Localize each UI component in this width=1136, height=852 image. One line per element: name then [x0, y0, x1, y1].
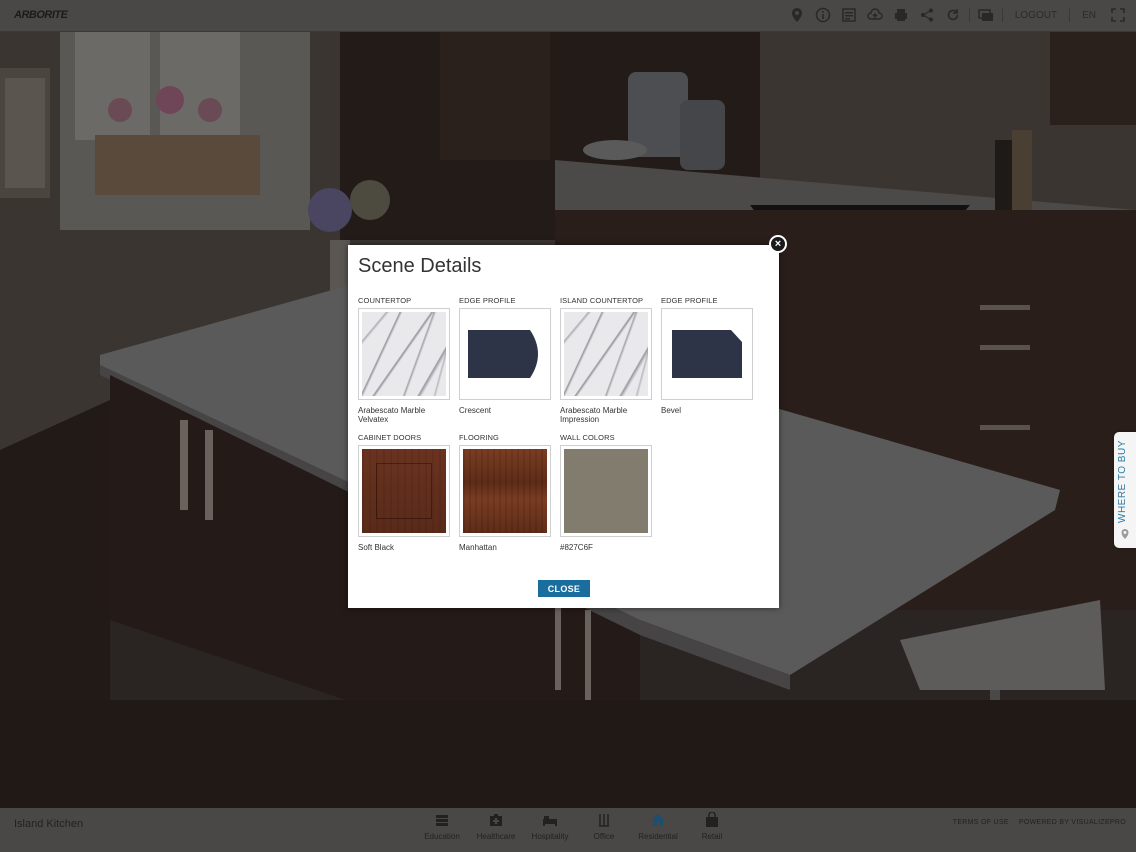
category-office[interactable]: Office: [582, 812, 626, 841]
edge-profile-item[interactable]: EDGE PROFILE Bevel: [661, 296, 753, 415]
retail-icon: [706, 812, 718, 827]
item-name: Arabescato Marble Velvatex: [358, 406, 426, 424]
cabinet-door-texture: [362, 449, 446, 533]
item-label: ISLAND COUNTERTOP: [560, 296, 644, 305]
bevel-edge-swatch[interactable]: [661, 308, 753, 400]
item-label: EDGE PROFILE: [459, 296, 516, 305]
category-healthcare[interactable]: Healthcare: [474, 812, 518, 841]
location-icon[interactable]: [787, 5, 807, 25]
category-education[interactable]: Education: [420, 812, 464, 841]
wall-color-swatch[interactable]: [560, 445, 652, 537]
scene-details-modal: Scene Details COUNTERTOP Arabescato Marb…: [348, 245, 779, 608]
toolbar-divider: [1001, 8, 1003, 22]
category-label: Retail: [701, 832, 723, 841]
cabinet-doors-swatch[interactable]: [358, 445, 450, 537]
bottom-bar: Island Kitchen Education Healthcare Hosp…: [0, 808, 1136, 852]
details-icon[interactable]: [839, 5, 859, 25]
crescent-edge-swatch[interactable]: [459, 308, 551, 400]
toolbar-divider: [1069, 8, 1071, 22]
cabinet-doors-item[interactable]: CABINET DOORS Soft Black: [358, 433, 450, 552]
marble-texture: [362, 312, 446, 396]
item-name: #827C6F: [560, 543, 593, 552]
item-label: EDGE PROFILE: [661, 296, 718, 305]
where-to-buy-tab[interactable]: WHERE TO BUY: [1114, 432, 1136, 548]
category-label: Office: [593, 832, 615, 841]
share-icon[interactable]: [917, 5, 937, 25]
flooring-swatch[interactable]: [459, 445, 551, 537]
item-label: WALL COLORS: [560, 433, 615, 442]
countertop-item[interactable]: COUNTERTOP Arabescato Marble Velvatex: [358, 296, 450, 424]
category-nav: Education Healthcare Hospitality Office …: [420, 812, 734, 841]
residential-icon: [651, 814, 665, 826]
island-countertop-item[interactable]: ISLAND COUNTERTOP Arabescato Marble Impr…: [560, 296, 652, 424]
scene-title: Island Kitchen: [14, 818, 84, 830]
modal-title: Scene Details: [358, 255, 482, 277]
where-to-buy-label: WHERE TO BUY: [1117, 440, 1128, 524]
category-label: Residential: [638, 832, 678, 841]
compare-icon[interactable]: [976, 5, 996, 25]
item-name: Crescent: [459, 406, 492, 415]
marble-texture: [564, 312, 648, 396]
item-name: Arabescato Marble Impression: [560, 406, 628, 424]
crescent-edge-shape: [468, 330, 538, 378]
item-label: FLOORING: [459, 433, 499, 442]
item-name: Bevel: [661, 406, 682, 415]
terms-of-use-link[interactable]: TERMS OF USE: [953, 819, 1009, 826]
wall-colors-item[interactable]: WALL COLORS #827C6F: [560, 433, 652, 552]
footer-links: TERMS OF USE POWERED BY VISUALIZEPRO: [953, 819, 1126, 826]
toolbar-divider: [968, 8, 970, 22]
flooring-texture: [463, 449, 547, 533]
edge-profile-item[interactable]: EDGE PROFILE Crescent: [459, 296, 551, 415]
countertop-swatch[interactable]: [358, 308, 450, 400]
category-residential[interactable]: Residential: [636, 812, 680, 841]
item-name: Manhattan: [459, 543, 497, 552]
category-hospitality[interactable]: Hospitality: [528, 812, 572, 841]
item-label: CABINET DOORS: [358, 433, 422, 442]
wall-color-fill: [564, 449, 648, 533]
info-icon[interactable]: [813, 5, 833, 25]
location-pin-icon: [1121, 529, 1129, 539]
category-label: Education: [424, 832, 460, 841]
arborite-logo[interactable]: ARBORITE: [14, 9, 68, 21]
island-countertop-swatch[interactable]: [560, 308, 652, 400]
logout-link[interactable]: LOGOUT: [1009, 10, 1063, 21]
language-selector[interactable]: EN: [1076, 10, 1102, 21]
reset-icon[interactable]: [943, 5, 963, 25]
close-icon[interactable]: ×: [769, 235, 787, 253]
close-button[interactable]: CLOSE: [538, 580, 590, 597]
category-retail[interactable]: Retail: [690, 812, 734, 841]
item-name: Soft Black: [358, 543, 395, 552]
item-label: COUNTERTOP: [358, 296, 412, 305]
powered-by-label[interactable]: POWERED BY VISUALIZEPRO: [1019, 819, 1126, 826]
hospitality-icon: [543, 816, 557, 826]
category-label: Hospitality: [531, 832, 569, 841]
healthcare-icon: [490, 814, 502, 826]
office-icon: [599, 814, 609, 827]
fullscreen-icon[interactable]: [1108, 5, 1128, 25]
bevel-edge-shape: [672, 330, 742, 378]
upload-icon[interactable]: [865, 5, 885, 25]
flooring-item[interactable]: FLOORING Manhattan: [459, 433, 551, 552]
toolbar-icons: LOGOUT EN: [787, 5, 1128, 25]
education-icon: [436, 815, 448, 826]
category-label: Healthcare: [476, 832, 516, 841]
print-icon[interactable]: [891, 5, 911, 25]
top-toolbar: ARBORITE LOGOUT EN: [0, 0, 1136, 32]
